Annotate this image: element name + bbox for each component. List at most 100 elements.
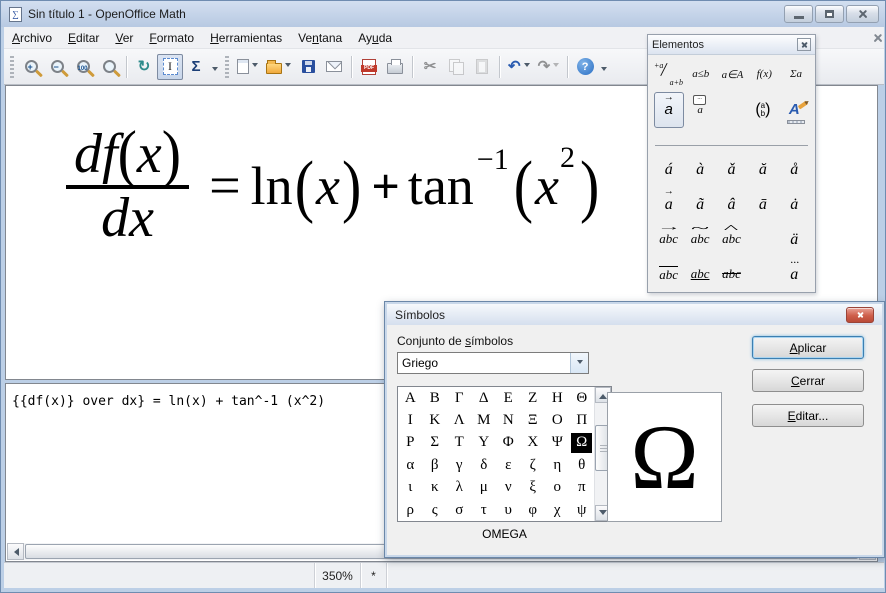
formula-cursor-button[interactable]: I (157, 54, 183, 80)
symbol-cell[interactable]: Δ (473, 388, 494, 408)
cerrar-button[interactable]: Cerrar (752, 369, 864, 392)
attribute-cell[interactable]: ǎ (727, 161, 735, 179)
redo-button[interactable]: ↷ (534, 54, 564, 80)
attribute-cell[interactable]: ä (790, 231, 798, 249)
zoom-in-button[interactable]: + (18, 54, 44, 80)
category-relations[interactable]: a≤b (687, 60, 715, 88)
symbol-cell[interactable]: Χ (522, 433, 543, 453)
symbol-cell[interactable]: π (571, 478, 592, 498)
toolbar-grip[interactable] (10, 56, 14, 78)
symbol-cell[interactable]: Φ (498, 433, 519, 453)
export-pdf-button[interactable]: PDF (356, 54, 382, 80)
symbol-cell[interactable]: ξ (522, 478, 543, 498)
elements-panel-close-button[interactable] (797, 38, 811, 51)
attribute-cell[interactable]: ã (696, 196, 704, 214)
symbol-cell[interactable]: ν (498, 478, 519, 498)
minimize-button[interactable] (784, 5, 813, 23)
symbol-cell[interactable]: η (547, 455, 568, 475)
category-formats[interactable]: A (779, 92, 809, 128)
symbol-cell[interactable]: σ (449, 500, 470, 520)
symbol-cell[interactable]: Σ (424, 433, 445, 453)
symbol-cell[interactable]: α (400, 455, 421, 475)
menu-herramientas[interactable]: Herramientas (202, 28, 290, 48)
toolbar-grip[interactable] (225, 56, 229, 78)
symbol-cell-selected[interactable]: Ω (571, 433, 592, 453)
symbol-set-combobox[interactable]: Griego (397, 352, 589, 374)
symbol-cell[interactable]: ε (498, 455, 519, 475)
symbol-cell[interactable]: Γ (449, 388, 470, 408)
symbol-cell[interactable]: ς (424, 500, 445, 520)
copy-button[interactable] (443, 54, 469, 80)
symbol-cell[interactable]: ι (400, 478, 421, 498)
category-set-operations[interactable]: a∈A (719, 60, 747, 88)
attribute-cell[interactable]: abc (691, 267, 710, 281)
status-zoom-level[interactable]: 350% (314, 563, 360, 588)
symbol-cell[interactable]: γ (449, 455, 470, 475)
menu-ayuda[interactable]: Ayuda (350, 28, 400, 48)
attribute-cell[interactable]: ȧ (790, 196, 798, 214)
symbol-cell[interactable]: Β (424, 388, 445, 408)
symbol-cell[interactable]: λ (449, 478, 470, 498)
symbol-cell[interactable]: Ο (547, 411, 568, 431)
symbol-cell[interactable]: Τ (449, 433, 470, 453)
scroll-left-button[interactable] (7, 543, 24, 560)
email-document-button[interactable] (321, 54, 347, 80)
symbols-catalog-button[interactable]: Σ (183, 54, 209, 80)
attribute-cell[interactable]: á (665, 161, 673, 179)
combobox-dropdown-button[interactable] (570, 353, 588, 373)
symbol-cell[interactable]: ζ (522, 455, 543, 475)
symbol-cell[interactable]: ο (547, 478, 568, 498)
symbol-cell[interactable]: φ (522, 500, 543, 520)
help-button[interactable]: ? (572, 54, 598, 80)
aplicar-button[interactable]: Aplicar (752, 336, 864, 359)
toolbar-more-1-button[interactable] (209, 54, 221, 80)
attribute-cell[interactable]: å (790, 161, 798, 179)
editar-button[interactable]: Editar... (752, 404, 864, 427)
open-document-button[interactable] (262, 54, 295, 80)
symbol-cell[interactable]: Μ (473, 411, 494, 431)
menu-editar[interactable]: Editar (60, 28, 107, 48)
symbol-cell[interactable]: Θ (571, 388, 592, 408)
category-operators[interactable]: Σa (782, 60, 810, 88)
symbol-cell[interactable]: Ι (400, 411, 421, 431)
symbol-cell[interactable]: Ρ (400, 433, 421, 453)
new-document-button[interactable] (233, 54, 262, 80)
symbol-cell[interactable]: Ξ (522, 411, 543, 431)
attribute-cell[interactable]: abc (722, 267, 741, 281)
attribute-cell[interactable]: â (727, 196, 735, 214)
symbol-cell[interactable]: Π (571, 411, 592, 431)
attribute-cell[interactable]: abc (691, 232, 710, 246)
symbol-cell[interactable]: Λ (449, 411, 470, 431)
symbol-cell[interactable]: κ (424, 478, 445, 498)
category-brackets[interactable]: (ab) (748, 92, 778, 128)
elements-panel-titlebar[interactable]: Elementos (648, 35, 815, 55)
menu-ver[interactable]: Ver (107, 28, 141, 48)
attribute-cell[interactable]: abc (659, 266, 678, 282)
symbol-cell[interactable]: τ (473, 500, 494, 520)
category-unary-binary-operators[interactable]: +a/a+b (653, 60, 683, 88)
cut-button[interactable]: ✂ (417, 54, 443, 80)
refresh-button[interactable]: ↻ (131, 54, 157, 80)
menu-formato[interactable]: Formato (141, 28, 202, 48)
symbol-cell[interactable]: χ (547, 500, 568, 520)
symbol-cell[interactable]: υ (498, 500, 519, 520)
toolbar-more-2-button[interactable] (598, 54, 610, 80)
close-button[interactable] (846, 5, 879, 23)
symbol-cell[interactable]: θ (571, 455, 592, 475)
symbols-dialog-close-button[interactable] (846, 307, 874, 323)
zoom-100-button[interactable]: 100 (70, 54, 96, 80)
attribute-cell[interactable]: à (696, 161, 704, 179)
zoom-out-button[interactable]: − (44, 54, 70, 80)
commands-text[interactable]: {{df(x)} over dx} = ln(x) + tan^-1 (x^2) (12, 394, 325, 409)
symbols-dialog-titlebar[interactable]: Símbolos (387, 304, 882, 325)
attribute-cell[interactable]: abc (722, 232, 741, 246)
category-functions[interactable]: f(x) (750, 60, 778, 88)
save-document-button[interactable] (295, 54, 321, 80)
symbol-cell[interactable]: ρ (400, 500, 421, 520)
symbol-cell[interactable]: Ε (498, 388, 519, 408)
symbol-cell[interactable]: Υ (473, 433, 494, 453)
symbol-cell[interactable]: Ψ (547, 433, 568, 453)
zoom-all-button[interactable] (96, 54, 122, 80)
category-others[interactable]: a (685, 92, 715, 128)
category-attributes[interactable]: a (654, 92, 684, 128)
